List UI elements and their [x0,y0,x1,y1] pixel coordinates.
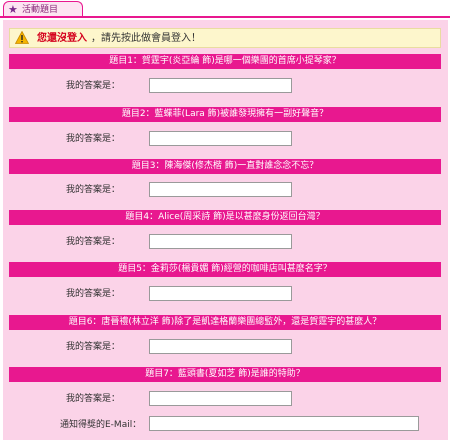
answer-input-7[interactable] [149,391,292,406]
question-1-title: 題目1：賀霆宇(炎亞綸 飾)是哪一個樂團的首席小提琴家？ [9,54,441,69]
login-notice[interactable]: 您還沒登入 ，請先按此做會員登入！ [9,28,441,48]
answer-label-1: 我的答案是： [66,81,121,91]
tab-label: 活動題目 [22,5,59,15]
login-instruction-text: ，請先按此做會員登入！ [91,33,201,44]
tab-underline [0,16,450,18]
tab-bar: ★ 活動題目 [0,0,450,20]
login-warning-text[interactable]: 您還沒登入 [37,32,87,45]
question-6-title: 題目6：唐晉禮(林立洋 飾)除了是凱達格蘭樂團總監外，還是賀霆宇的甚麼人？ [9,315,441,330]
email-label: 通知得獎的E-Mail： [60,420,142,430]
question-4-title: 題目4：Alice(周采詩 飾)是以甚麼身份返回台灣？ [9,210,441,225]
answer-input-6[interactable] [149,339,292,354]
email-input[interactable] [149,416,419,431]
question-3-title: 題目3：陳海傑(修杰楷 飾)一直對誰念念不忘？ [9,159,441,174]
answer-input-1[interactable] [149,78,292,93]
answer-input-2[interactable] [149,131,292,146]
answer-label-5: 我的答案是： [66,289,121,299]
answer-input-4[interactable] [149,234,292,249]
answer-label-6: 我的答案是： [66,342,121,352]
tab-activity-questions[interactable]: ★ 活動題目 [3,1,83,17]
answer-label-4: 我的答案是： [66,237,121,247]
question-7-title: 題目7：藍頭書(夏如芝 飾)是誰的特助？ [9,367,441,382]
answer-label-2: 我的答案是： [66,134,121,144]
answer-input-5[interactable] [149,286,292,301]
question-5-title: 題目5：金莉莎(楊貴媚 飾)經營的咖啡店叫甚麼名字？ [9,262,441,277]
answer-input-3[interactable] [149,182,292,197]
answer-label-7: 我的答案是： [66,394,121,404]
question-2-title: 題目2：藍蝶菲(Lara 飾)被誰發現擁有一副好聲音？ [9,107,441,122]
star-icon: ★ [8,3,18,16]
answer-label-3: 我的答案是： [66,185,121,195]
warning-icon [15,31,29,44]
